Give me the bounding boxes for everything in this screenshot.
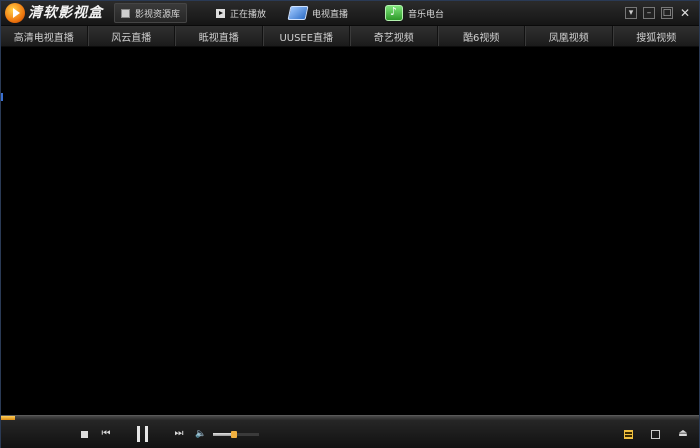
- player-window: 清软影视盒 影视资源库 正在播放 电视直播 音乐电台 ▾ – □ ✕ 高清电视直…: [0, 0, 700, 448]
- channel-item[interactable]: 搜狐视频: [612, 26, 700, 46]
- fullscreen-button[interactable]: [650, 429, 661, 440]
- channel-item[interactable]: 奇艺视频: [350, 26, 438, 46]
- stop-icon: [80, 430, 88, 438]
- play-icon: [216, 8, 225, 18]
- tv-icon: [287, 6, 309, 20]
- title-bar: 清软影视盒 影视资源库 正在播放 电视直播 音乐电台 ▾ – □ ✕: [1, 1, 699, 26]
- channel-item[interactable]: UUSEE直播: [262, 26, 350, 46]
- volume-icon: 🔈: [195, 429, 207, 439]
- previous-icon: ⏮: [101, 428, 111, 439]
- tab-now-playing[interactable]: 正在播放: [216, 3, 266, 23]
- menu-button[interactable]: ▾: [625, 7, 637, 19]
- volume-slider-handle[interactable]: [230, 431, 237, 438]
- app-brand: 清软影视盒: [28, 5, 103, 21]
- channel-item[interactable]: 高清电视直播: [1, 26, 88, 46]
- tab-library[interactable]: 影视资源库: [114, 3, 188, 23]
- video-area[interactable]: [1, 47, 699, 415]
- volume-button[interactable]: 🔈: [195, 428, 207, 440]
- channel-bar: 高清电视直播 风云直播 眡视直播 UUSEE直播 奇艺视频 酷6视频 凤凰视频 …: [1, 26, 699, 47]
- tab-library-label: 影视资源库: [135, 9, 181, 20]
- fullscreen-icon: [651, 430, 660, 439]
- next-button[interactable]: ⏭: [173, 428, 185, 440]
- channel-item[interactable]: 酷6视频: [437, 26, 525, 46]
- next-icon: ⏭: [174, 428, 184, 439]
- tab-music-radio[interactable]: 音乐电台: [385, 3, 444, 23]
- minimize-button[interactable]: –: [643, 7, 655, 19]
- playlist-icon: [624, 430, 633, 439]
- tab-tv-live[interactable]: 电视直播: [287, 3, 349, 23]
- channel-item[interactable]: 凤凰视频: [525, 26, 613, 46]
- music-icon: [385, 5, 403, 21]
- tab-music-radio-label: 音乐电台: [408, 9, 445, 20]
- previous-button[interactable]: ⏮: [100, 428, 112, 440]
- eject-icon: ⏏: [678, 428, 688, 439]
- pause-icon: [136, 426, 140, 442]
- maximize-button[interactable]: □: [661, 7, 673, 19]
- window-edge-accent: [1, 93, 3, 101]
- window-controls: ▾ – □ ✕: [625, 7, 691, 19]
- volume-slider[interactable]: [213, 431, 259, 438]
- channel-item[interactable]: 风云直播: [87, 26, 175, 46]
- tab-tv-live-label: 电视直播: [312, 9, 349, 20]
- pause-button[interactable]: [133, 425, 151, 443]
- pause-icon: [144, 426, 148, 442]
- playback-controls: ⏮ ⏭ 🔈 ⏏: [1, 420, 699, 448]
- app-logo-icon: [5, 3, 25, 23]
- open-file-button[interactable]: ⏏: [677, 428, 689, 440]
- close-button[interactable]: ✕: [679, 7, 691, 19]
- channel-item[interactable]: 眡视直播: [175, 26, 263, 46]
- tab-now-playing-label: 正在播放: [230, 9, 267, 20]
- library-icon: [121, 8, 130, 18]
- stop-button[interactable]: [79, 428, 89, 440]
- playlist-button[interactable]: [623, 429, 634, 440]
